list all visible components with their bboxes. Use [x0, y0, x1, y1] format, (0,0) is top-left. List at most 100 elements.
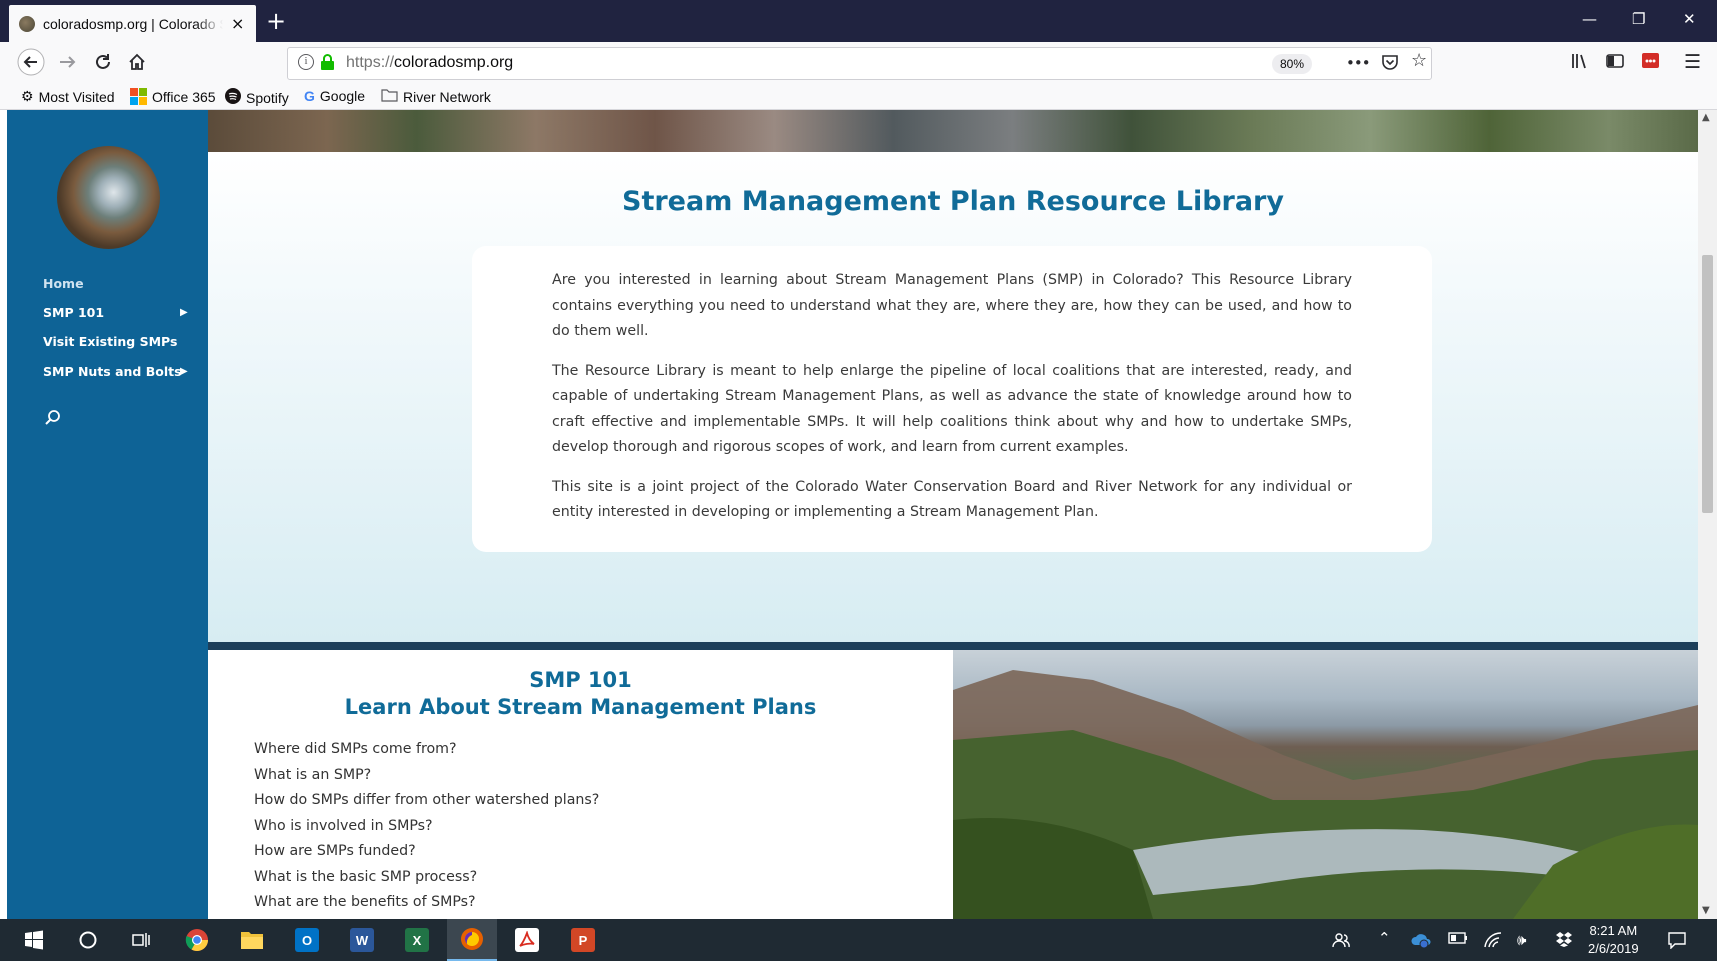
- zoom-level-badge[interactable]: 80%: [1272, 54, 1313, 74]
- start-button[interactable]: [9, 919, 59, 961]
- volume-icon[interactable]: 🕪: [1517, 931, 1526, 949]
- dropbox-icon[interactable]: [1555, 931, 1573, 951]
- bookmark-spotify[interactable]: Spotify: [225, 88, 289, 107]
- smp-101-link[interactable]: How are SMPs funded?: [254, 839, 599, 865]
- powerpoint-taskbar-app[interactable]: P: [558, 919, 608, 961]
- sidebar-item-smp-101[interactable]: SMP 101: [43, 305, 104, 320]
- river-photo: [953, 650, 1698, 919]
- url-text[interactable]: https://coloradosmp.org: [346, 54, 513, 72]
- acrobat-icon: [515, 928, 539, 952]
- smp-101-heading: SMP 101: [529, 668, 632, 692]
- scroll-down-icon[interactable]: ▼: [1702, 905, 1710, 916]
- smp-101-link[interactable]: What is an SMP?: [254, 763, 599, 789]
- acrobat-taskbar-app[interactable]: [502, 919, 552, 961]
- browser-tab[interactable]: coloradosmp.org | Colorado Stream Manage…: [9, 5, 256, 42]
- reload-button[interactable]: [93, 52, 113, 78]
- clock-date: 2/6/2019: [1588, 941, 1639, 956]
- site-info-icon[interactable]: i: [298, 54, 314, 70]
- url-bar[interactable]: i https://coloradosmp.org 80% ••• ☆: [287, 47, 1432, 80]
- new-tab-button[interactable]: +: [266, 7, 286, 35]
- smp-101-link[interactable]: Who is involved in SMPs?: [254, 814, 599, 840]
- intro-card: Are you interested in learning about Str…: [472, 246, 1432, 552]
- close-window-icon[interactable]: ✕: [1683, 10, 1696, 28]
- task-view-icon: [132, 933, 150, 947]
- word-taskbar-app[interactable]: W: [337, 919, 387, 961]
- smp-101-link-list: Where did SMPs come from? What is an SMP…: [254, 737, 599, 916]
- sidebar-toggle-icon[interactable]: [1605, 51, 1625, 76]
- cortana-icon: [79, 931, 97, 949]
- action-center-icon[interactable]: [1667, 931, 1687, 953]
- bookmark-office-365[interactable]: Office 365: [130, 88, 216, 105]
- back-arrow-icon: [17, 48, 45, 76]
- intro-section: Stream Management Plan Resource Library …: [208, 152, 1698, 652]
- office-365-icon: [130, 88, 147, 105]
- folder-icon: [381, 88, 398, 105]
- outlook-taskbar-app[interactable]: O: [282, 919, 332, 961]
- battery-icon[interactable]: [1448, 931, 1468, 949]
- wifi-icon[interactable]: [1483, 931, 1503, 953]
- clock-time: 8:21 AM: [1589, 923, 1638, 938]
- submenu-arrow-icon[interactable]: ▶: [180, 366, 188, 377]
- bookmark-most-visited[interactable]: ⚙ Most Visited: [21, 88, 115, 105]
- windows-taskbar: O W X P ⌃ 🕪 8:21 AM 2/6/2019: [0, 919, 1717, 961]
- pocket-icon[interactable]: [1381, 53, 1399, 76]
- excel-taskbar-app[interactable]: X: [392, 919, 442, 961]
- library-icon[interactable]: [1570, 51, 1590, 76]
- firefox-icon: [461, 928, 483, 950]
- site-sidebar: Home SMP 101 ▶ Visit Existing SMPs SMP N…: [7, 110, 208, 919]
- sidebar-item-home[interactable]: Home: [43, 276, 84, 291]
- site-logo-image[interactable]: [57, 146, 160, 249]
- google-icon: G: [304, 88, 315, 104]
- browser-titlebar: coloradosmp.org | Colorado Stream Manage…: [0, 0, 1717, 42]
- firefox-taskbar-app[interactable]: [447, 919, 497, 961]
- search-icon[interactable]: [43, 408, 63, 428]
- gear-icon: ⚙: [21, 88, 34, 104]
- home-button[interactable]: [127, 52, 147, 78]
- reload-icon: [96, 54, 110, 69]
- page-actions-icon[interactable]: •••: [1346, 54, 1371, 72]
- forward-button[interactable]: [57, 52, 77, 78]
- intro-paragraph: The Resource Library is meant to help en…: [552, 362, 1352, 456]
- page-title: Stream Management Plan Resource Library: [622, 186, 1284, 217]
- smp-101-link[interactable]: What is the basic SMP process?: [254, 865, 599, 891]
- bookmark-river-network[interactable]: River Network: [381, 88, 491, 105]
- bookmark-star-icon[interactable]: ☆: [1411, 50, 1427, 71]
- sidebar-item-smp-nuts-and-bolts[interactable]: SMP Nuts and Bolts: [43, 364, 182, 379]
- folder-icon: [241, 932, 263, 949]
- onedrive-icon[interactable]: [1410, 931, 1432, 953]
- cortana-button[interactable]: [63, 919, 113, 961]
- section-divider: [208, 642, 1698, 650]
- sidebar-item-visit-existing-smps[interactable]: Visit Existing SMPs: [43, 334, 177, 349]
- page-scrollbar[interactable]: ▲ ▼: [1698, 110, 1717, 919]
- tab-close-icon[interactable]: ×: [231, 14, 244, 33]
- home-icon: [129, 53, 145, 70]
- file-explorer-taskbar-app[interactable]: [227, 919, 277, 961]
- minimize-window-icon[interactable]: —: [1582, 10, 1597, 28]
- smp-101-link[interactable]: How do SMPs differ from other watershed …: [254, 788, 599, 814]
- page-viewport: Home SMP 101 ▶ Visit Existing SMPs SMP N…: [7, 110, 1698, 919]
- smp-101-link[interactable]: What are the benefits of SMPs?: [254, 890, 599, 916]
- scroll-thumb[interactable]: [1702, 255, 1713, 513]
- back-button[interactable]: [17, 48, 45, 82]
- scroll-up-icon[interactable]: ▲: [1702, 112, 1710, 123]
- site-favicon-icon: [19, 15, 35, 32]
- hamburger-menu-icon[interactable]: ☰: [1684, 51, 1701, 73]
- forward-arrow-icon: [60, 56, 76, 68]
- windows-start-icon: [25, 930, 43, 950]
- smp-101-link[interactable]: Where did SMPs come from?: [254, 737, 599, 763]
- intro-paragraph: This site is a joint project of the Colo…: [552, 478, 1352, 521]
- task-view-button[interactable]: [116, 919, 166, 961]
- lastpass-extension-icon[interactable]: [1641, 51, 1660, 75]
- chrome-taskbar-app[interactable]: [172, 919, 222, 961]
- chrome-icon: [185, 929, 208, 951]
- taskbar-clock[interactable]: 8:21 AM 2/6/2019: [1588, 922, 1639, 958]
- restore-window-icon[interactable]: ❐: [1632, 10, 1645, 28]
- bookmarks-toolbar: ⚙ Most Visited Office 365 Spotify G Goog…: [0, 86, 1717, 110]
- show-hidden-icons-chevron-icon[interactable]: ⌃: [1378, 929, 1391, 947]
- word-icon: W: [350, 928, 374, 952]
- people-icon[interactable]: [1332, 931, 1350, 953]
- submenu-arrow-icon[interactable]: ▶: [180, 307, 188, 318]
- intro-paragraph: Are you interested in learning about Str…: [552, 272, 1352, 339]
- bookmark-google[interactable]: G Google: [304, 88, 365, 104]
- secure-lock-icon[interactable]: [321, 54, 334, 70]
